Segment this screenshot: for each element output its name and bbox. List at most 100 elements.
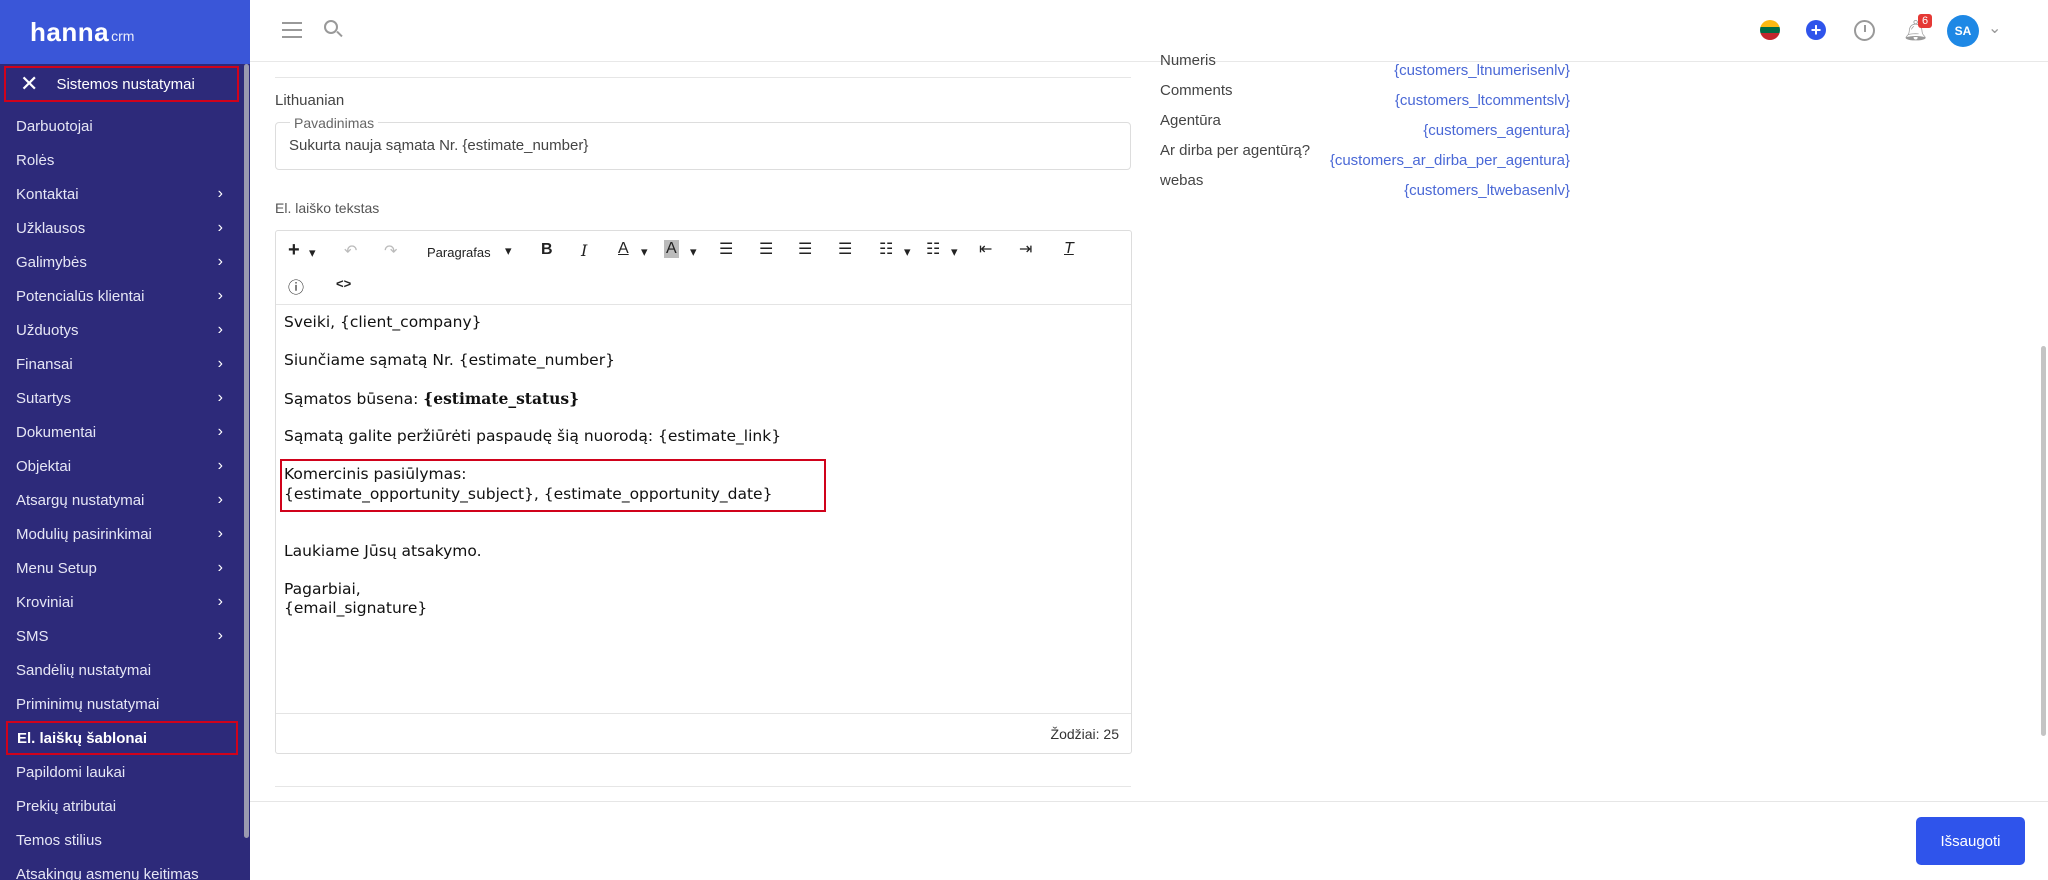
sidebar-item-label: Priminimų nustatymai xyxy=(16,695,160,713)
paragraph-format-dropdown[interactable]: Paragrafas xyxy=(427,245,491,260)
sidebar-item[interactable]: Atsargų nustatymai › xyxy=(0,483,245,517)
chevron-down-icon[interactable]: ▾ xyxy=(641,244,648,260)
sidebar-item[interactable]: Atsakingų asmenų keitimas xyxy=(0,857,245,880)
clear-formatting-icon[interactable]: T xyxy=(1064,240,1074,258)
sidebar-item-label: Užduotys xyxy=(16,321,79,339)
highlight-box xyxy=(280,459,826,512)
chevron-right-icon: › xyxy=(217,423,223,440)
merge-field-label: webas xyxy=(1160,172,1204,189)
merge-field-value[interactable]: {customers_ltwebasenlv} xyxy=(1404,182,1570,199)
sidebar-item[interactable]: Finansai › xyxy=(0,347,245,381)
close-icon[interactable]: ✕ xyxy=(20,73,38,95)
align-left-icon[interactable]: ☰ xyxy=(719,239,733,259)
sidebar-item[interactable]: Priminimų nustatymai xyxy=(0,687,245,721)
subject-input[interactable]: Sukurta nauja sąmata Nr. {estimate_numbe… xyxy=(289,137,588,154)
hamburger-menu-icon[interactable] xyxy=(282,22,302,38)
settings-section-header[interactable]: ✕ Sistemos nustatymai xyxy=(4,66,239,102)
sidebar-item[interactable]: Dokumentai › xyxy=(0,415,245,449)
text-color-icon[interactable]: A xyxy=(618,240,629,258)
sidebar-item[interactable]: Užduotys › xyxy=(0,313,245,347)
language-flag-icon[interactable] xyxy=(1760,20,1780,40)
align-center-icon[interactable]: ☰ xyxy=(759,239,773,259)
settings-section-title: Sistemos nustatymai xyxy=(56,75,195,93)
sidebar-menu: Darbuotojai Rolės Kontaktai › Užklausos › Gali… xyxy=(0,109,245,880)
avatar[interactable]: SA xyxy=(1947,15,1979,47)
sidebar-item[interactable]: Kontaktai › xyxy=(0,177,245,211)
align-right-icon[interactable]: ☰ xyxy=(798,239,812,259)
chevron-down-icon[interactable]: ▾ xyxy=(951,244,958,260)
chevron-down-icon[interactable]: ▾ xyxy=(690,244,697,260)
sidebar-item-label: Sutartys xyxy=(16,389,72,407)
sidebar-item[interactable]: Užklausos › xyxy=(0,211,245,245)
body-line: Siunčiame sąmatą Nr. {estimate_number} xyxy=(284,351,615,369)
align-justify-icon[interactable]: ☰ xyxy=(838,239,852,259)
chevron-down-icon[interactable]: ▾ xyxy=(309,245,316,261)
page-scrollbar[interactable] xyxy=(2041,346,2046,736)
merge-field-value[interactable]: {customers_ltnumerisenlv} xyxy=(1394,62,1570,79)
sidebar-item[interactable]: Potencialūs klientai › xyxy=(0,279,245,313)
word-count: Žodžiai: 25 xyxy=(1050,726,1119,742)
chevron-right-icon: › xyxy=(217,559,223,576)
sidebar-item[interactable]: Modulių pasirinkimai › xyxy=(0,517,245,551)
body-line: Sąmatos būsena: {estimate_status} xyxy=(284,389,580,408)
help-icon[interactable]: ⓘ xyxy=(288,274,304,298)
search-icon[interactable] xyxy=(324,20,344,40)
redo-icon[interactable]: ↷ xyxy=(384,241,397,261)
logo[interactable]: hanna crm xyxy=(0,0,250,64)
chevron-right-icon: › xyxy=(217,593,223,610)
sidebar-item[interactable]: El. laiškų šablonai xyxy=(6,721,238,755)
sidebar-item-label: Sandėlių nustatymai xyxy=(16,661,152,679)
sidebar-item[interactable]: Objektai › xyxy=(0,449,245,483)
sidebar-item[interactable]: Rolės xyxy=(0,143,245,177)
sidebar-item[interactable]: Sutartys › xyxy=(0,381,245,415)
add-icon[interactable]: + xyxy=(1806,20,1826,40)
source-code-icon[interactable]: <> xyxy=(336,276,351,291)
undo-icon[interactable]: ↶ xyxy=(344,241,357,261)
editor-toolbar: + ▾ ↶ ↷ Paragrafas ▾ B I A ▾ A ▾ ☰ ☰ ☰ ☰… xyxy=(276,231,1131,305)
rich-text-editor: + ▾ ↶ ↷ Paragrafas ▾ B I A ▾ A ▾ ☰ ☰ ☰ ☰… xyxy=(275,230,1132,754)
bold-icon[interactable]: B xyxy=(541,241,553,259)
sidebar-item[interactable]: Menu Setup › xyxy=(0,551,245,585)
body-line: Pagarbiai, xyxy=(284,580,361,598)
sidebar-item-label: Atsakingų asmenų keitimas xyxy=(16,865,199,880)
chevron-down-icon[interactable]: ▾ xyxy=(505,243,512,259)
merge-field-value[interactable]: {customers_ar_dirba_per_agentura} xyxy=(1330,152,1570,169)
chevron-down-icon[interactable]: ⌄ xyxy=(1988,18,2001,38)
sidebar-item[interactable]: Galimybės › xyxy=(0,245,245,279)
sidebar-item-label: Temos stilius xyxy=(16,831,102,849)
merge-field-value[interactable]: {customers_agentura} xyxy=(1423,122,1570,139)
sidebar-item[interactable]: Kroviniai › xyxy=(0,585,245,619)
sidebar-item-label: Galimybės xyxy=(16,253,87,271)
sidebar-item[interactable]: Temos stilius xyxy=(0,823,245,857)
sidebar-scrollbar[interactable] xyxy=(244,64,249,838)
sidebar-item-label: Objektai xyxy=(16,457,72,475)
insert-plus-icon[interactable]: + xyxy=(288,239,300,262)
sidebar-item-label: Atsargų nustatymai xyxy=(16,491,145,509)
indent-icon[interactable]: ⇥ xyxy=(1019,239,1032,259)
subject-field[interactable]: Pavadinimas Sukurta nauja sąmata Nr. {es… xyxy=(275,115,1131,170)
italic-icon[interactable]: I xyxy=(581,241,587,260)
sidebar-item-label: Rolės xyxy=(16,151,55,169)
editor-content[interactable]: Sveiki, {client_company} Siunčiame sąmat… xyxy=(276,305,1131,715)
outdent-icon[interactable]: ⇤ xyxy=(979,239,992,259)
chevron-down-icon[interactable]: ▾ xyxy=(904,244,911,260)
chevron-right-icon: › xyxy=(217,287,223,304)
sidebar-item-label: Finansai xyxy=(16,355,73,373)
sidebar-item[interactable]: Papildomi laukai xyxy=(0,755,245,789)
merge-field-value[interactable]: {customers_ltcommentslv} xyxy=(1395,92,1570,109)
save-button[interactable]: Išsaugoti xyxy=(1916,817,2025,865)
highlight-color-icon[interactable]: A xyxy=(664,240,679,258)
sidebar-item-label: SMS xyxy=(16,627,49,645)
sidebar-item[interactable]: SMS › xyxy=(0,619,245,653)
clock-icon[interactable] xyxy=(1854,20,1875,41)
sidebar-item[interactable]: Sandėlių nustatymai xyxy=(0,653,245,687)
numbered-list-icon[interactable]: ☷ xyxy=(926,239,940,259)
body-line: Sąmatą galite peržiūrėti paspaudę šią nu… xyxy=(284,427,782,445)
editor-statusbar: Žodžiai: 25 xyxy=(276,713,1131,753)
sidebar-item[interactable]: Prekių atributai xyxy=(0,789,245,823)
divider xyxy=(275,786,1131,787)
bullet-list-icon[interactable]: ☷ xyxy=(879,239,893,259)
top-bar: + 🔔︎ 6 SA ⌄ xyxy=(250,0,2048,62)
sidebar-item-label: Potencialūs klientai xyxy=(16,287,145,305)
sidebar-item[interactable]: Darbuotojai xyxy=(0,109,245,143)
